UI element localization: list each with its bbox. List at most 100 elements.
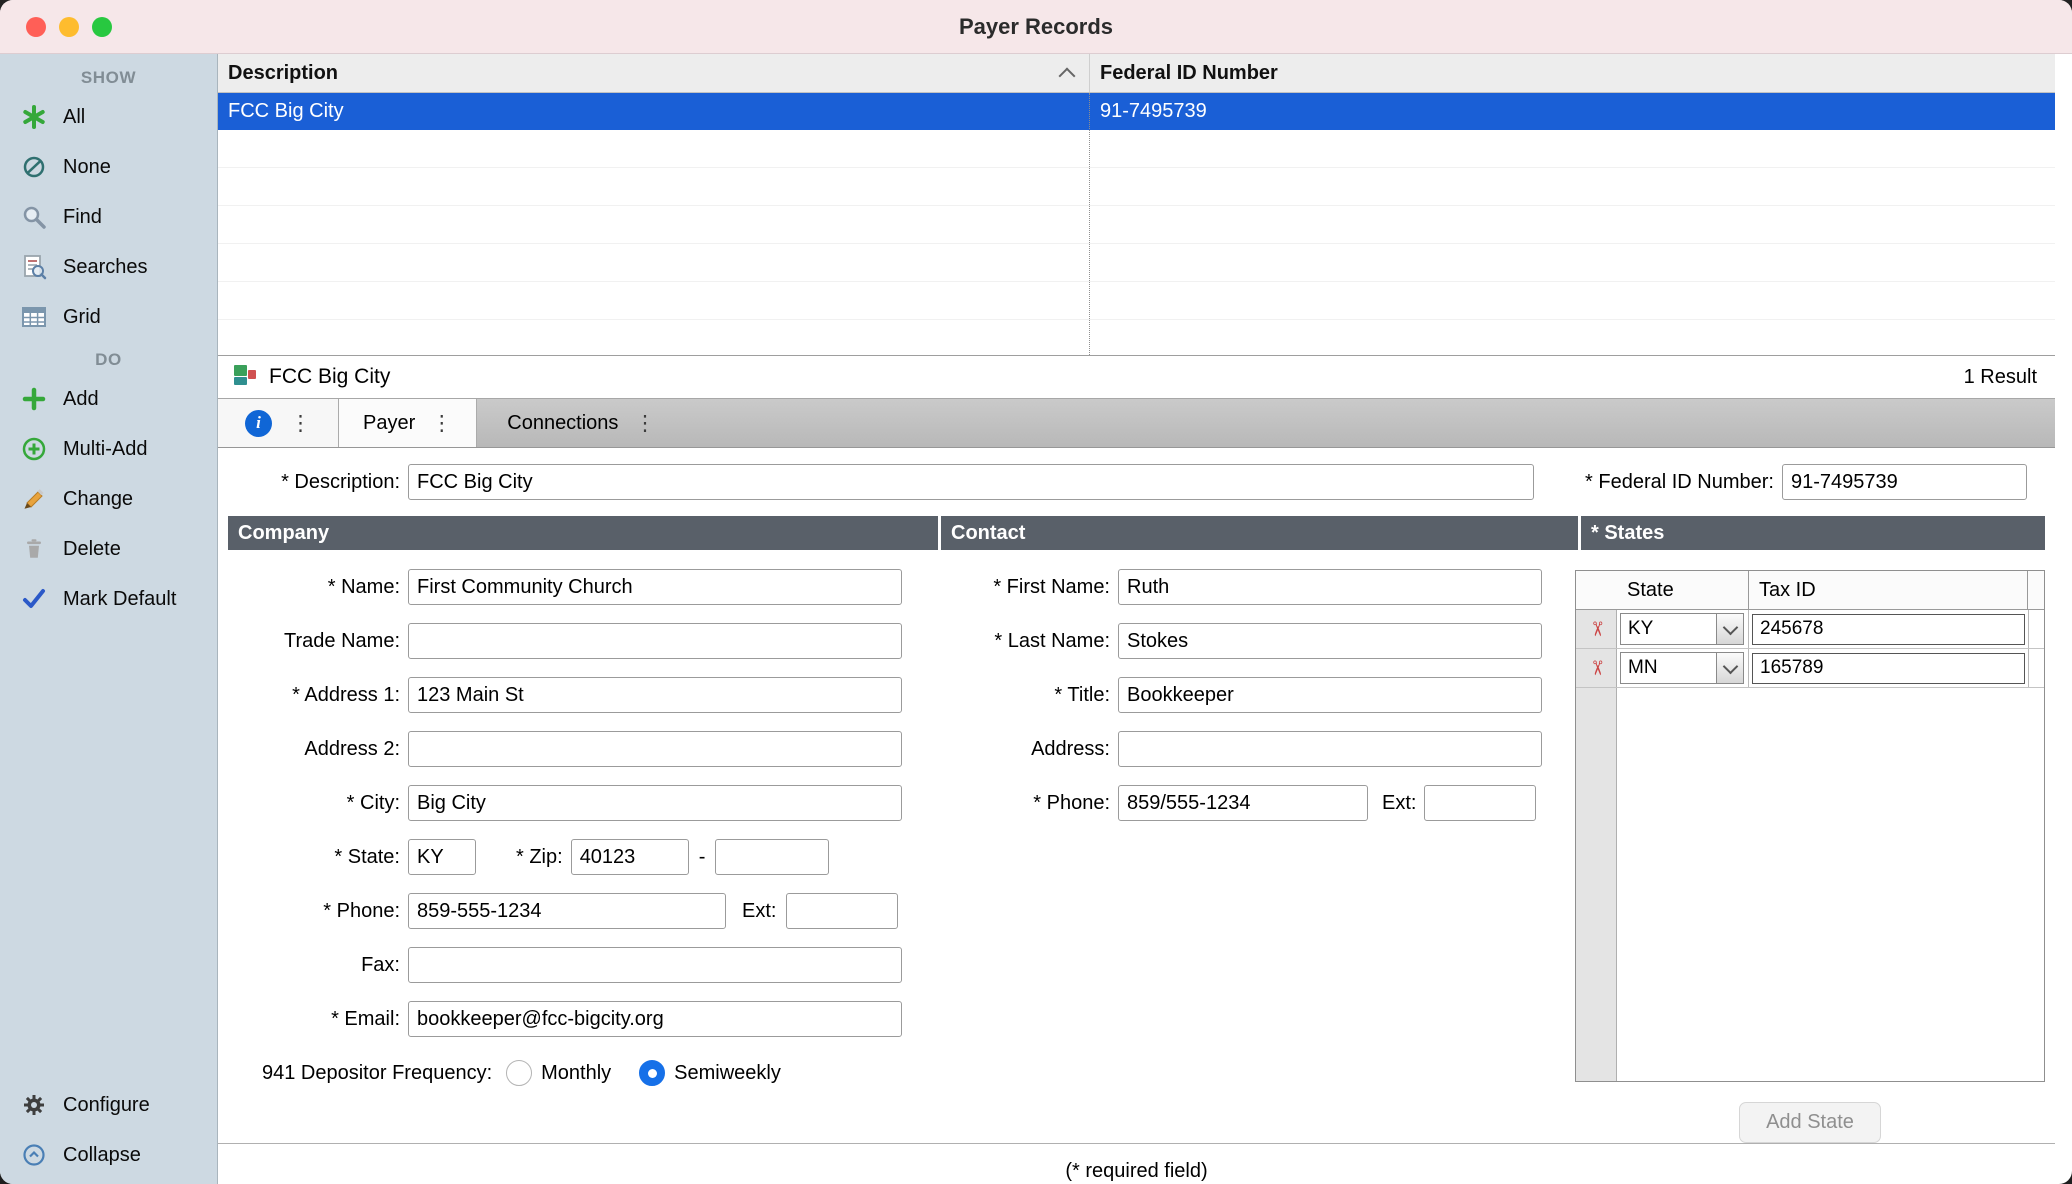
state-tax-id-input[interactable]: [1752, 653, 2025, 684]
trade-name-input[interactable]: [408, 623, 902, 659]
address2-label: Address 2:: [228, 738, 400, 761]
search-icon: [19, 204, 49, 230]
radio-circle-checked: [639, 1060, 665, 1086]
last-name-input[interactable]: [1118, 623, 1542, 659]
delete-state-button[interactable]: ✂: [1576, 610, 1617, 648]
sidebar-item-multi-add[interactable]: Multi-Add: [0, 424, 217, 474]
last-name-label: * Last Name:: [938, 630, 1110, 653]
sidebar-item-label: Find: [63, 206, 102, 229]
table-row[interactable]: FCC Big City 91-7495739: [218, 93, 2055, 130]
asterisk-icon: [19, 104, 49, 130]
table-row-empty: [218, 244, 2055, 282]
sidebar-item-find[interactable]: Find: [0, 192, 217, 242]
close-button[interactable]: [26, 17, 46, 37]
info-button[interactable]: i: [245, 410, 272, 437]
section-header-contact: Contact: [941, 516, 1578, 550]
delete-state-button[interactable]: ✂: [1576, 649, 1617, 687]
scissors-icon: ✂: [1586, 621, 1606, 638]
contact-address-input[interactable]: [1118, 731, 1542, 767]
sidebar-item-label: Searches: [63, 256, 148, 279]
company-name-input[interactable]: [408, 569, 902, 605]
sidebar-item-delete[interactable]: Delete: [0, 524, 217, 574]
tab-label: Connections: [507, 412, 618, 435]
menu-dots-icon[interactable]: ⋮: [634, 413, 655, 434]
contact-ext-label: Ext:: [1382, 792, 1416, 815]
contact-phone-label: * Phone:: [938, 792, 1110, 815]
sidebar-item-add[interactable]: Add: [0, 374, 217, 424]
radio-monthly[interactable]: Monthly: [506, 1060, 611, 1086]
table-row-empty: [218, 168, 2055, 206]
sidebar-item-change[interactable]: Change: [0, 474, 217, 524]
sidebar-item-collapse[interactable]: Collapse: [0, 1130, 217, 1180]
company-ext-input[interactable]: [786, 893, 898, 929]
email-label: * Email:: [228, 1008, 400, 1031]
state-select-value: MN: [1621, 653, 1716, 683]
sidebar-footer: Configure Collapse: [0, 1080, 217, 1184]
radio-circle: [506, 1060, 532, 1086]
app-window: Payer Records SHOW All None: [0, 0, 2072, 1184]
column-header-federal-id[interactable]: Federal ID Number: [1090, 54, 2055, 92]
chevron-down-icon: [1716, 653, 1743, 683]
contact-phone-input[interactable]: [1118, 785, 1368, 821]
state-input[interactable]: [408, 839, 476, 875]
state-label: * State:: [228, 846, 400, 869]
main-area: Description Federal ID Number FCC Big Ci…: [218, 54, 2055, 1184]
sidebar-item-label: Delete: [63, 538, 121, 561]
states-column-header-state: State: [1617, 571, 1749, 609]
address1-label: * Address 1:: [228, 684, 400, 707]
radio-semiweekly[interactable]: Semiweekly: [639, 1060, 781, 1086]
states-section: State Tax ID ✂: [1575, 560, 2045, 1143]
sidebar-item-all[interactable]: All: [0, 92, 217, 142]
company-phone-input[interactable]: [408, 893, 726, 929]
sidebar-item-searches[interactable]: Searches: [0, 242, 217, 292]
state-tax-id-input[interactable]: [1752, 614, 2025, 645]
window-title: Payer Records: [0, 14, 2072, 40]
fax-input[interactable]: [408, 947, 902, 983]
state-select[interactable]: KY: [1620, 613, 1744, 645]
states-table: State Tax ID ✂: [1575, 570, 2045, 1082]
multi-add-icon: [19, 436, 49, 462]
sort-asc-icon: [1059, 68, 1076, 85]
state-row: ✂ MN: [1576, 649, 2044, 688]
section-headers: Company Contact * States: [228, 516, 2045, 550]
menu-dots-icon[interactable]: ⋮: [290, 413, 311, 434]
city-label: * City:: [228, 792, 400, 815]
sidebar-item-grid[interactable]: Grid: [0, 292, 217, 342]
add-state-button[interactable]: Add State: [1739, 1102, 1881, 1143]
section-header-company: Company: [228, 516, 938, 550]
title-input[interactable]: [1118, 677, 1542, 713]
company-section: * Name: Trade Name: * Address 1: Ad: [228, 560, 938, 1143]
federal-id-input[interactable]: [1782, 464, 2027, 500]
first-name-input[interactable]: [1118, 569, 1542, 605]
state-select[interactable]: MN: [1620, 652, 1744, 684]
required-note: (* required field): [218, 1143, 2055, 1184]
column-header-description[interactable]: Description: [218, 54, 1090, 92]
sidebar-item-mark-default[interactable]: Mark Default: [0, 574, 217, 624]
sidebar: SHOW All None Find: [0, 54, 218, 1184]
menu-dots-icon[interactable]: ⋮: [431, 413, 452, 434]
table-row-empty: [218, 282, 2055, 320]
collapse-icon: [19, 1143, 49, 1167]
trash-icon: [19, 536, 49, 562]
tab-payer[interactable]: Payer ⋮: [339, 399, 477, 447]
city-input[interactable]: [408, 785, 902, 821]
zoom-button[interactable]: [92, 17, 112, 37]
tab-connections[interactable]: Connections ⋮: [483, 399, 679, 447]
address2-input[interactable]: [408, 731, 902, 767]
pencil-icon: [19, 486, 49, 512]
column-divider: [1089, 93, 1090, 355]
zip4-input[interactable]: [715, 839, 829, 875]
window-controls: [0, 17, 112, 37]
address1-input[interactable]: [408, 677, 902, 713]
description-input[interactable]: [408, 464, 1534, 500]
contact-ext-input[interactable]: [1424, 785, 1536, 821]
sidebar-item-none[interactable]: None: [0, 142, 217, 192]
description-row: * Description: * Federal ID Number:: [228, 460, 2045, 504]
first-name-label: * First Name:: [938, 576, 1110, 599]
zip-input[interactable]: [571, 839, 689, 875]
searches-icon: [19, 254, 49, 280]
sidebar-item-label: Collapse: [63, 1144, 141, 1167]
email-input[interactable]: [408, 1001, 902, 1037]
sidebar-item-configure[interactable]: Configure: [0, 1080, 217, 1130]
minimize-button[interactable]: [59, 17, 79, 37]
